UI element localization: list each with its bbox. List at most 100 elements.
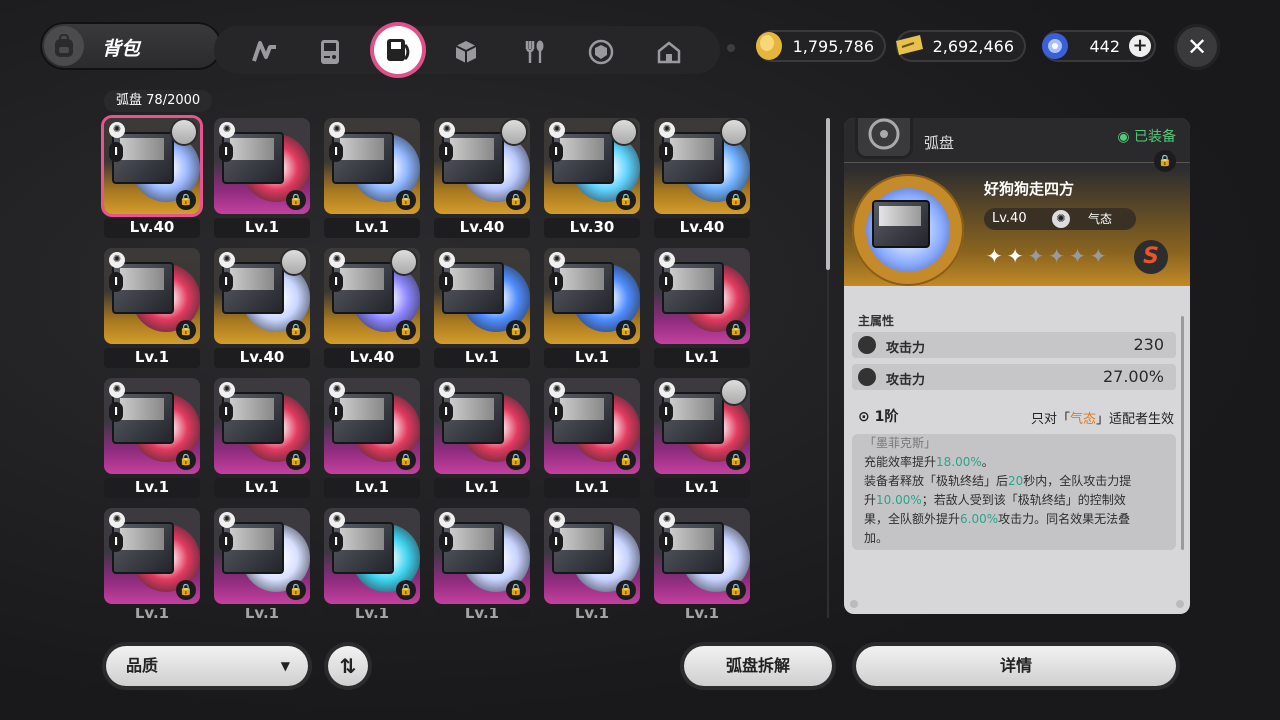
lock-icon[interactable]: 🔒 [616, 580, 636, 600]
tab-n-logo-icon[interactable] [247, 34, 283, 70]
grid-scrollbar[interactable] [826, 118, 830, 270]
disc-item-card[interactable]: ✺ I 🔒 [214, 378, 310, 474]
attack-icon [858, 336, 876, 354]
close-button[interactable]: ✕ [1174, 24, 1220, 70]
attribute-label: 气态 [1088, 212, 1113, 226]
wind-attribute-icon: ✺ [1052, 210, 1070, 228]
tab-cube-icon[interactable] [448, 34, 484, 70]
tab-fork-spoon-icon[interactable] [516, 34, 552, 70]
rank-icon: I [549, 402, 563, 422]
disc-item-card[interactable]: ✺ I 🔒 [104, 378, 200, 474]
inventory-count-value: 78/2000 [146, 93, 201, 108]
lock-icon[interactable]: 🔒 [396, 450, 416, 470]
lock-icon[interactable]: 🔒 [176, 450, 196, 470]
item-level: Lv.1 [214, 608, 310, 618]
tab-gameboy-icon[interactable] [312, 34, 348, 70]
tab-cube-circle-icon[interactable] [583, 34, 619, 70]
lock-icon[interactable]: 🔒 [726, 320, 746, 340]
lock-icon[interactable]: 🔒 [286, 190, 306, 210]
sort-dropdown[interactable]: 品质 ▼ [106, 646, 308, 686]
lock-icon[interactable]: 🔒 [176, 580, 196, 600]
attribute-icon: ✺ [549, 512, 565, 528]
lock-icon[interactable]: 🔒 [396, 580, 416, 600]
backpack-icon [44, 26, 84, 66]
disc-case-art [872, 200, 930, 248]
lock-icon[interactable]: 🔒 [616, 450, 636, 470]
rank-icon: I [219, 142, 233, 162]
disc-item-card[interactable]: ✺ I 🔒 [434, 248, 530, 344]
attack-icon [858, 368, 876, 386]
rank-icon: I [549, 532, 563, 552]
disc-item-card[interactable]: ✺ I 🔒 [104, 248, 200, 344]
item-level: Lv.1 [544, 608, 640, 618]
disc-item-card[interactable]: ✺ I 🔒 [654, 378, 750, 474]
item-level: Lv.1 [104, 478, 200, 498]
rank-icon: I [109, 272, 123, 292]
lock-icon[interactable]: 🔒 [176, 320, 196, 340]
tabbar-dot [727, 44, 735, 52]
item-level: Lv.40 [434, 218, 530, 238]
close-icon: ✕ [1186, 33, 1208, 61]
bag-header: 背包 [40, 22, 222, 70]
lock-icon[interactable]: 🔒 [726, 450, 746, 470]
lock-icon[interactable]: 🔒 [286, 450, 306, 470]
lock-icon[interactable]: 🔒 [396, 190, 416, 210]
lock-icon[interactable]: 🔒 [506, 190, 526, 210]
disc-item-card[interactable]: ✺ I 🔒 [214, 508, 310, 604]
lock-icon[interactable]: 🔒 [616, 320, 636, 340]
disc-name: 好狗狗走四方 [984, 180, 1075, 198]
lock-icon[interactable]: 🔒 [616, 190, 636, 210]
disc-item-card[interactable]: ✺ I 🔒 [104, 508, 200, 604]
lock-icon[interactable]: 🔒 [726, 580, 746, 600]
disc-item-card[interactable]: ✺ I 🔒 [544, 248, 640, 344]
detail-scrollbar[interactable] [1181, 316, 1184, 550]
disc-item-card[interactable]: ✺ I 🔒 [544, 508, 640, 604]
details-button[interactable]: 详情 [856, 646, 1176, 686]
lock-icon[interactable]: 🔒 [396, 320, 416, 340]
item-level: Lv.30 [544, 218, 640, 238]
disc-item-card[interactable]: ✺ I 🔒 [104, 118, 200, 214]
lock-icon[interactable]: 🔒 [286, 580, 306, 600]
item-level: Lv.40 [654, 218, 750, 238]
item-level: Lv.1 [654, 478, 750, 498]
disc-item-card[interactable]: ✺ I 🔒 [324, 508, 420, 604]
star-filled-icon: ✦ [1006, 244, 1028, 268]
item-level: Lv.40 [104, 218, 200, 238]
dismantle-button[interactable]: 弧盘拆解 [684, 646, 832, 686]
orb-amount: 442 [1089, 37, 1120, 56]
level-attr-pill: Lv.40 ✺ 气态 [984, 208, 1136, 230]
attribute-icon: ✺ [439, 382, 455, 398]
attribute-icon: ✺ [329, 382, 345, 398]
lock-icon[interactable]: 🔒 [176, 190, 196, 210]
effect-line: 加。 [864, 531, 889, 545]
disc-item-card[interactable]: ✺ I 🔒 [654, 508, 750, 604]
panel-corner-dot [850, 600, 858, 608]
sort-order-button[interactable]: ⇅ [328, 646, 368, 686]
stat-value: 27.00% [1102, 367, 1164, 386]
disc-item-card[interactable]: ✺ I 🔒 [434, 508, 530, 604]
lock-icon[interactable]: 🔒 [506, 450, 526, 470]
equipped-label: 已装备 [1134, 129, 1176, 145]
tab-disc-drive-icon[interactable] [374, 26, 422, 74]
disc-item-card[interactable]: ✺ I 🔒 [324, 378, 420, 474]
attribute-icon: ✺ [109, 382, 125, 398]
disc-item-card[interactable]: ✺ I 🔒 [544, 378, 640, 474]
lock-icon[interactable]: 🔒 [286, 320, 306, 340]
star-empty-icon: ✦ [1089, 244, 1111, 268]
disc-item-card[interactable]: ✺ I 🔒 [654, 248, 750, 344]
ticket-amount: 2,692,466 [932, 37, 1014, 56]
tab-house-icon[interactable] [651, 34, 687, 70]
disc-item-card[interactable]: ✺ I 🔒 [324, 248, 420, 344]
add-orb-button[interactable]: + [1129, 35, 1151, 57]
disc-item-card[interactable]: ✺ I 🔒 [214, 118, 310, 214]
detail-lock-icon[interactable]: 🔒 [1154, 150, 1176, 172]
lock-icon[interactable]: 🔒 [726, 190, 746, 210]
disc-item-card[interactable]: ✺ I 🔒 [654, 118, 750, 214]
disc-item-card[interactable]: ✺ I 🔒 [214, 248, 310, 344]
lock-icon[interactable]: 🔒 [506, 320, 526, 340]
disc-item-card[interactable]: ✺ I 🔒 [544, 118, 640, 214]
disc-item-card[interactable]: ✺ I 🔒 [434, 378, 530, 474]
disc-item-card[interactable]: ✺ I 🔒 [324, 118, 420, 214]
disc-item-card[interactable]: ✺ I 🔒 [434, 118, 530, 214]
lock-icon[interactable]: 🔒 [506, 580, 526, 600]
